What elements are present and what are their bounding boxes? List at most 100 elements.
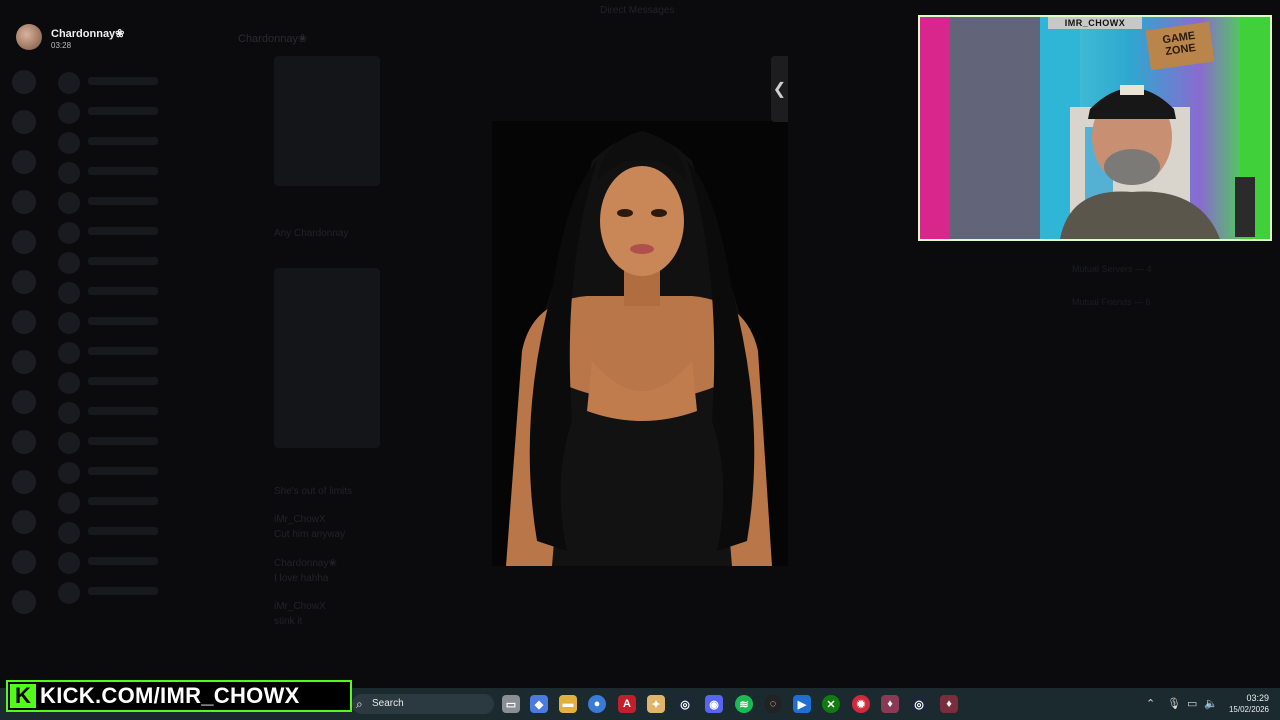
search-input[interactable]: Search: [372, 698, 404, 709]
server-icon[interactable]: [12, 230, 36, 254]
server-icon[interactable]: [12, 590, 36, 614]
volume-icon[interactable]: 🔈: [1204, 697, 1218, 710]
steam-icon[interactable]: ◎: [910, 695, 928, 713]
network-icon[interactable]: ▭: [1187, 697, 1197, 710]
dm-list-item[interactable]: [58, 580, 218, 608]
message-text: I love hahha: [274, 573, 329, 584]
avatar: [58, 222, 80, 244]
kick-url: KICK.COM/IMR_CHOWX: [40, 683, 300, 708]
clock-date[interactable]: 15/02/2026: [1222, 705, 1269, 714]
dm-list-item[interactable]: [58, 520, 218, 548]
search-icon: ⌕: [356, 697, 363, 711]
dm-list-item[interactable]: [58, 490, 218, 518]
ghost-message: Any Chardonnay: [274, 228, 349, 239]
clock-time[interactable]: 03:29: [1243, 693, 1269, 703]
server-icon[interactable]: [12, 270, 36, 294]
dm-list-item[interactable]: [58, 190, 218, 218]
message-author: iMr_ChowX: [274, 601, 326, 612]
server-icon[interactable]: [12, 550, 36, 574]
dm-list-item[interactable]: [58, 100, 218, 128]
chevron-left-icon: ❮: [772, 81, 787, 98]
dm-list-item[interactable]: [58, 430, 218, 458]
dm-list-item[interactable]: [58, 220, 218, 248]
enlarged-image[interactable]: [492, 121, 788, 566]
server-icon[interactable]: [12, 190, 36, 214]
server-rail: [0, 50, 48, 640]
avatar: [58, 72, 80, 94]
avatar: [58, 162, 80, 184]
mutual-friends-link[interactable]: Mutual Friends — 6: [1072, 297, 1151, 307]
attachment-thumbnail[interactable]: [274, 268, 380, 448]
avatar: [58, 132, 80, 154]
message-author: Chardonnay❀: [274, 558, 337, 569]
avatar: [58, 522, 80, 544]
dm-list-item[interactable]: [58, 250, 218, 278]
server-icon[interactable]: [12, 70, 36, 94]
chevron-up-icon[interactable]: ⌃: [1146, 697, 1155, 710]
dm-list: [52, 40, 222, 650]
dm-list-item[interactable]: [58, 130, 218, 158]
avatar: [58, 582, 80, 604]
portrait-illustration: [492, 121, 788, 566]
chrome-icon[interactable]: ●: [588, 695, 606, 713]
kick-logo-icon: K: [10, 683, 36, 708]
chat-channel-name: Chardonnay❀: [238, 33, 308, 45]
collapse-panel-button[interactable]: ❮: [771, 56, 788, 122]
dm-list-item[interactable]: [58, 550, 218, 578]
server-icon[interactable]: [12, 390, 36, 414]
dm-list-item[interactable]: [58, 340, 218, 368]
app-icon[interactable]: ✹: [852, 695, 870, 713]
avatar: [58, 252, 80, 274]
adobe-acrobat-icon[interactable]: A: [618, 695, 636, 713]
app-icon[interactable]: ▶: [793, 695, 811, 713]
avatar: [58, 282, 80, 304]
avatar: [58, 402, 80, 424]
obs-icon[interactable]: ◌: [764, 695, 782, 713]
user-name: Chardonnay❀: [51, 28, 125, 40]
server-icon[interactable]: [12, 350, 36, 374]
streamer-name-label: IMR_CHOWX: [1048, 17, 1142, 29]
attachment-thumbnail[interactable]: [274, 56, 380, 186]
avatar[interactable]: [16, 24, 42, 50]
steam-icon[interactable]: ◎: [676, 695, 694, 713]
server-icon[interactable]: [12, 510, 36, 534]
copilot-icon[interactable]: ◆: [530, 695, 548, 713]
dm-list-item[interactable]: [58, 310, 218, 338]
app-icon[interactable]: ♦: [881, 695, 899, 713]
message-text: Cut him anyway: [274, 529, 346, 540]
dm-list-item[interactable]: [58, 460, 218, 488]
avatar: [58, 312, 80, 334]
avatar: [58, 102, 80, 124]
message-author: iMr_ChowX: [274, 514, 326, 525]
dm-list-item[interactable]: [58, 370, 218, 398]
mutual-servers-link[interactable]: Mutual Servers — 4: [1072, 264, 1152, 274]
webcam-overlay: [918, 15, 1272, 241]
dm-list-item[interactable]: [58, 70, 218, 98]
server-icon[interactable]: [12, 430, 36, 454]
app-icon[interactable]: ✦: [647, 695, 665, 713]
spotify-icon[interactable]: ≋: [735, 695, 753, 713]
task-view-icon[interactable]: ▭: [502, 695, 520, 713]
server-icon[interactable]: [12, 150, 36, 174]
pin-icon[interactable]: ♦: [940, 695, 958, 713]
dm-list-item[interactable]: [58, 400, 218, 428]
microphone-icon[interactable]: 🎙: [1167, 697, 1181, 710]
avatar: [58, 342, 80, 364]
server-icon[interactable]: [12, 470, 36, 494]
server-icon[interactable]: [12, 110, 36, 134]
webcam-feed: [920, 17, 1270, 239]
dm-list-item[interactable]: [58, 280, 218, 308]
ghost-message: She's out of limits: [274, 486, 353, 497]
avatar: [58, 492, 80, 514]
message-time: 03:28: [51, 41, 72, 50]
file-explorer-icon[interactable]: ▬: [559, 695, 577, 713]
dm-list-item[interactable]: [58, 160, 218, 188]
avatar: [58, 372, 80, 394]
xbox-icon[interactable]: ✕: [822, 695, 840, 713]
avatar: [58, 552, 80, 574]
message-text: stink it: [274, 616, 303, 627]
avatar: [58, 432, 80, 454]
avatar: [58, 462, 80, 484]
server-icon[interactable]: [12, 310, 36, 334]
discord-icon[interactable]: ◉: [705, 695, 723, 713]
